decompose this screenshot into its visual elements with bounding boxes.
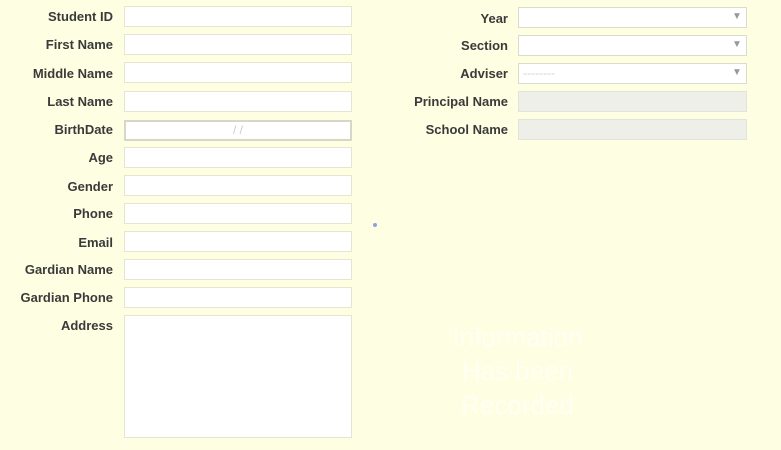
last-name-label: Last Name: [47, 94, 113, 109]
school-name-label: School Name: [425, 122, 508, 137]
focus-dot: [373, 223, 377, 227]
student-id-field[interactable]: [124, 6, 352, 27]
gender-field[interactable]: [124, 175, 352, 196]
address-label: Address: [60, 318, 113, 333]
student-id-label: Student ID: [48, 9, 113, 24]
adviser-value: --------: [523, 66, 555, 80]
year-dropdown[interactable]: ▼: [518, 7, 747, 28]
principal-name-label: Principal Name: [414, 94, 508, 109]
year-label: Year: [480, 11, 508, 26]
chevron-down-icon: ▼: [732, 39, 742, 50]
status-line-2: Has been: [461, 356, 574, 386]
phone-field[interactable]: [124, 203, 352, 224]
first-name-label: First Name: [45, 37, 113, 52]
status-watermark: Information Has been Recorded: [425, 320, 610, 422]
birthdate-label: BirthDate: [54, 122, 113, 137]
middle-name-label: Middle Name: [32, 66, 113, 81]
status-line-1: Information: [452, 322, 583, 352]
middle-name-field[interactable]: [124, 62, 352, 83]
adviser-dropdown[interactable]: -------- ▼: [518, 63, 747, 84]
chevron-down-icon: ▼: [732, 67, 742, 78]
principal-name-field: [518, 91, 747, 112]
guardian-phone-field[interactable]: [124, 287, 352, 308]
school-name-field: [518, 119, 747, 140]
adviser-label: Adviser: [460, 66, 508, 81]
email-field[interactable]: [124, 231, 352, 252]
guardian-name-field[interactable]: [124, 259, 352, 280]
gender-label: Gender: [67, 179, 113, 194]
section-dropdown[interactable]: ▼: [518, 35, 747, 56]
address-textarea[interactable]: [124, 315, 352, 438]
age-label: Age: [88, 150, 113, 165]
first-name-field[interactable]: [124, 34, 352, 55]
guardian-phone-label: Gardian Phone: [20, 290, 113, 305]
birthdate-field[interactable]: / /: [124, 120, 352, 141]
age-field[interactable]: [124, 147, 352, 168]
chevron-down-icon: ▼: [732, 11, 742, 22]
last-name-field[interactable]: [124, 91, 352, 112]
phone-label: Phone: [73, 206, 113, 221]
section-label: Section: [461, 38, 508, 53]
status-line-3: Recorded: [461, 390, 574, 420]
email-label: Email: [78, 235, 113, 250]
guardian-name-label: Gardian Name: [24, 262, 113, 277]
